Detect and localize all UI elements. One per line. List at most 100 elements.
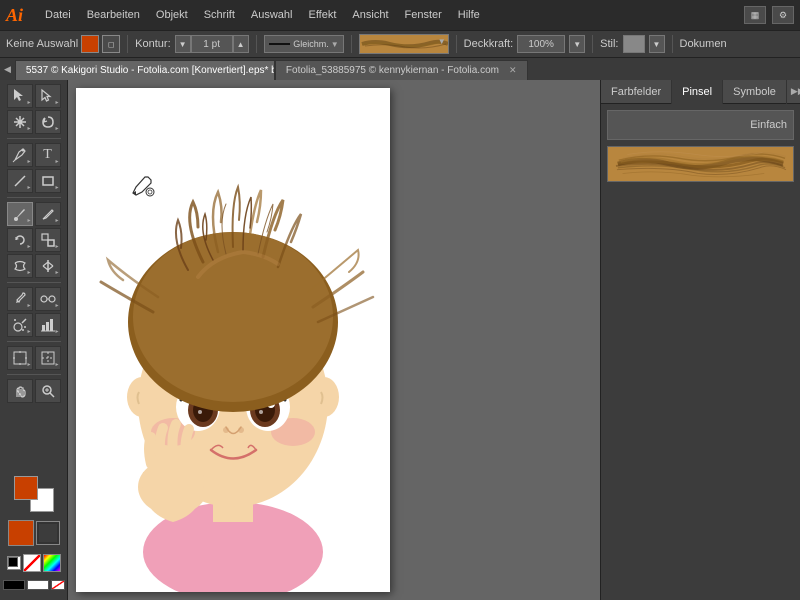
pencil-tool[interactable]: ▸ [35, 202, 61, 226]
separator-2 [256, 35, 257, 53]
color-mode-btn[interactable] [43, 554, 61, 572]
tool-row-7: ▸ ▸ [7, 254, 61, 278]
tab-2-close[interactable]: ✕ [509, 65, 517, 76]
menu-datei[interactable]: Datei [37, 0, 79, 30]
tab-bar: ◀ 5537 © Kakigori Studio - Fotolia.com [… [0, 58, 800, 80]
width-tool[interactable]: ▸ [35, 254, 61, 278]
tab-2-label: Fotolia_53885975 © kennykiernan - Fotoli… [286, 65, 499, 76]
panel-tab-symbole[interactable]: Symbole [723, 80, 787, 104]
extras-button[interactable]: ⚙ [772, 6, 794, 24]
graph-corner: ▸ [55, 328, 58, 335]
menu-hilfe[interactable]: Hilfe [450, 0, 488, 30]
pen-tool[interactable]: ▸ [7, 143, 33, 167]
separator-3 [351, 35, 352, 53]
black-swatch[interactable] [3, 580, 25, 590]
brush-preview-selector[interactable]: ▼ [359, 34, 449, 54]
none-stroke-swatch[interactable] [51, 580, 65, 590]
stroke-width-input[interactable] [191, 35, 233, 53]
menu-effekt[interactable]: Effekt [300, 0, 344, 30]
white-swatch[interactable] [27, 580, 49, 590]
illustration-svg [76, 132, 390, 592]
brush-preview-arrow: ▼ [438, 37, 446, 46]
default-colors-btn[interactable] [7, 556, 21, 570]
graph-tool[interactable]: ▸ [35, 313, 61, 337]
blend-tool[interactable]: ▸ [35, 287, 61, 311]
scale-tool[interactable]: ▸ [35, 228, 61, 252]
stroke-style-arrow: ▼ [331, 40, 339, 49]
stroke-style-selector[interactable]: Gleichm. ▼ [264, 35, 344, 53]
magic-wand-tool[interactable]: ▸ [7, 110, 33, 134]
scale-corner: ▸ [55, 243, 58, 250]
tab-2[interactable]: Fotolia_53885975 © kennykiernan - Fotoli… [275, 60, 528, 80]
artboard-tool[interactable]: ▸ [7, 346, 33, 370]
tab-1[interactable]: 5537 © Kakigori Studio - Fotolia.com [Ko… [15, 60, 275, 80]
arrangement-button[interactable]: ▦ [744, 6, 766, 24]
paintbrush-tool[interactable]: ▸ [7, 202, 33, 226]
canvas-panel[interactable] [76, 88, 390, 592]
panel-body: Einfach [601, 104, 800, 600]
stroke-swatch[interactable]: ◻ [102, 35, 120, 53]
menu-bearbeiten[interactable]: Bearbeiten [79, 0, 148, 30]
slice-tool[interactable]: ▸ [35, 346, 61, 370]
warp-tool[interactable]: ▸ [7, 254, 33, 278]
eyedrop-corner: ▸ [27, 302, 30, 309]
brush-einfach-label: Einfach [750, 119, 787, 131]
fill-color-box[interactable] [8, 520, 34, 546]
warp-corner: ▸ [27, 269, 30, 276]
stroke-minus[interactable]: ▼ [175, 35, 191, 53]
canvas-area[interactable] [68, 80, 600, 600]
tool-sep-2 [7, 197, 61, 198]
direct-selection-tool[interactable]: ▸ [35, 84, 61, 108]
direct-corner: ▸ [55, 99, 58, 106]
stil-swatch[interactable] [623, 35, 645, 53]
separator-6 [672, 35, 673, 53]
menu-fenster[interactable]: Fenster [397, 0, 450, 30]
separator-5 [592, 35, 593, 53]
line-corner: ▸ [27, 184, 30, 191]
fill-swatch[interactable] [81, 35, 99, 53]
dokument-label: Dokumen [680, 38, 727, 50]
stil-arrow[interactable]: ▼ [649, 35, 665, 53]
brush-stroke-preview-svg [360, 35, 448, 53]
rotate-tool[interactable]: ▸ [7, 228, 33, 252]
color-swatches [3, 476, 65, 596]
eyedropper-tool[interactable]: ▸ [7, 287, 33, 311]
panel-tab-farbfelder[interactable]: Farbfelder [601, 80, 672, 104]
tool-row-5: ▸ ▸ [7, 202, 61, 226]
tool-row-2: ▸ ▸ [7, 110, 61, 134]
symbol-sprayer-tool[interactable]: ▸ [7, 313, 33, 337]
brush-einfach-row: Einfach [607, 110, 794, 140]
line-tool[interactable]: ▸ [7, 169, 33, 193]
panel-expand-arrow[interactable]: ▶▶ [787, 86, 800, 97]
tool-row-1: ▸ ▸ [7, 84, 61, 108]
none-swatch[interactable] [23, 554, 41, 572]
menu-bar: Ai Datei Bearbeiten Objekt Schrift Auswa… [0, 0, 800, 30]
rectangle-tool[interactable]: ▸ [35, 169, 61, 193]
lasso-tool[interactable]: ▸ [35, 110, 61, 134]
selection-tool[interactable]: ▸ [7, 84, 33, 108]
hand-tool[interactable] [7, 379, 33, 403]
tool-row-3: ▸ T ▸ [7, 143, 61, 167]
tab-scroll-left[interactable]: ◀ [0, 58, 15, 80]
opacity-input[interactable] [517, 35, 565, 53]
stroke-plus[interactable]: ▲ [233, 35, 249, 53]
brush-stroke-big-preview[interactable] [607, 146, 794, 182]
stil-label: Stil: [600, 38, 618, 50]
pen-corner: ▸ [27, 158, 30, 165]
opacity-arrow[interactable]: ▼ [569, 35, 585, 53]
tool-row-9: ▸ ▸ [7, 313, 61, 337]
panel-tab-pinsel[interactable]: Pinsel [672, 80, 723, 104]
pencil-corner: ▸ [55, 217, 58, 224]
zoom-tool[interactable] [35, 379, 61, 403]
separator-4 [456, 35, 457, 53]
foreground-swatch[interactable] [14, 476, 38, 500]
stroke-color-box[interactable] [37, 522, 59, 544]
tool-sep-5 [7, 374, 61, 375]
menu-ansicht[interactable]: Ansicht [344, 0, 396, 30]
selection-corner: ▸ [27, 99, 30, 106]
tool-row-4: ▸ ▸ [7, 169, 61, 193]
menu-auswahl[interactable]: Auswahl [243, 0, 301, 30]
type-tool[interactable]: T ▸ [35, 143, 61, 167]
menu-schrift[interactable]: Schrift [196, 0, 243, 30]
menu-objekt[interactable]: Objekt [148, 0, 196, 30]
